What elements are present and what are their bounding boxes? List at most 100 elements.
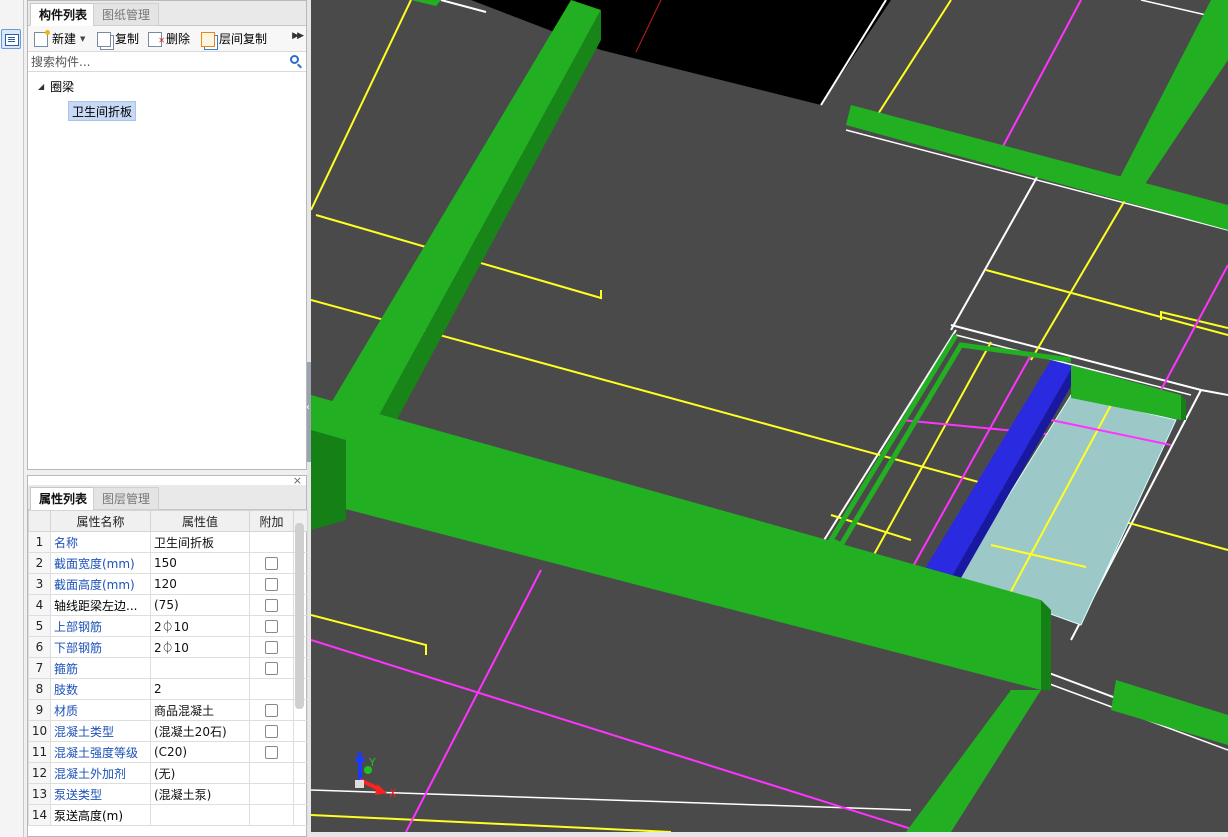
property-extra	[249, 573, 294, 595]
axis-origin	[355, 780, 364, 788]
property-extra	[249, 657, 294, 679]
green-beam-horizontal-side	[1041, 600, 1051, 690]
table-row[interactable]: 8 肢数 2	[28, 678, 308, 700]
y-axis-label: Y	[368, 756, 376, 769]
property-value[interactable]: (无)	[150, 762, 250, 784]
property-value[interactable]: 2⏀10	[150, 615, 250, 637]
3d-viewport[interactable]: Z Y X	[311, 0, 1228, 832]
extra-checkbox[interactable]	[265, 620, 278, 633]
table-row[interactable]: 7 箍筋	[28, 657, 308, 679]
row-scroll-gutter	[293, 804, 308, 826]
property-value[interactable]: 2⏀10	[150, 636, 250, 658]
property-value[interactable]: 120	[150, 573, 250, 595]
tab-layer-management[interactable]: 图层管理	[93, 487, 160, 510]
property-extra	[249, 720, 294, 742]
row-scroll-gutter	[293, 741, 308, 763]
component-toolbar: 新建 ▼ 复制 删除 层间复制 ▶▶	[28, 26, 306, 52]
property-extra	[249, 762, 294, 784]
table-row[interactable]: 6 下部钢筋 2⏀10	[28, 636, 308, 658]
property-value[interactable]: 2	[150, 678, 250, 700]
property-name: 肢数	[50, 678, 151, 700]
property-extra	[249, 594, 294, 616]
table-row[interactable]: 13 泵送类型 (混凝土泵)	[28, 783, 308, 805]
search-icon[interactable]	[290, 55, 299, 64]
property-table: 属性名称 属性值 附加 1 名称 卫生间折板 2 截面宽度(mm) 150 3 截面高度(mm…	[28, 510, 308, 826]
chevron-down-icon[interactable]: ▼	[80, 30, 85, 48]
green-beam-horizontal-main[interactable]	[311, 395, 1041, 690]
row-index: 7	[28, 657, 51, 679]
extra-checkbox[interactable]	[265, 578, 278, 591]
table-row[interactable]: 14 泵送高度(m)	[28, 804, 308, 826]
row-scroll-gutter	[293, 783, 308, 805]
green-beam-diagonal-main[interactable]	[321, 0, 601, 430]
property-value[interactable]: (75)	[150, 594, 250, 616]
tab-property-list[interactable]: 属性列表	[30, 487, 97, 510]
table-row[interactable]: 1 名称 卫生间折板	[28, 531, 308, 553]
property-value[interactable]: (C20)	[150, 741, 250, 763]
tree-node-ring-beam[interactable]: ◢ 圈梁	[38, 78, 74, 96]
green-beam-diagonal-right[interactable]	[1116, 0, 1228, 190]
property-value[interactable]: 卫生间折板	[150, 531, 250, 553]
new-button[interactable]: 新建 ▼	[34, 29, 85, 48]
extra-checkbox[interactable]	[265, 662, 278, 675]
component-search	[28, 52, 306, 72]
tree-collapse-icon[interactable]: ◢	[38, 78, 44, 96]
delete-button[interactable]: 删除	[148, 30, 190, 50]
extra-checkbox[interactable]	[265, 725, 278, 738]
table-row[interactable]: 5 上部钢筋 2⏀10	[28, 615, 308, 637]
property-extra	[249, 552, 294, 574]
tree-item-bathroom-fold-plate[interactable]: 卫生间折板	[68, 101, 137, 121]
copy-button[interactable]: 复制	[97, 30, 139, 48]
table-row[interactable]: 4 轴线距梁左边... (75)	[28, 594, 308, 616]
extra-checkbox[interactable]	[265, 599, 278, 612]
extra-checkbox[interactable]	[265, 704, 278, 717]
property-name: 泵送类型	[50, 783, 151, 805]
property-name: 泵送高度(m)	[50, 804, 151, 826]
property-name: 混凝土类型	[50, 720, 151, 742]
green-beam-lower-right[interactable]	[1111, 680, 1228, 745]
delete-icon	[148, 31, 165, 50]
table-row[interactable]: 2 截面宽度(mm) 150	[28, 552, 308, 574]
magenta-axis-line	[1000, 0, 1082, 151]
component-tree: ◢ 圈梁 卫生间折板	[28, 72, 306, 467]
search-input[interactable]	[28, 52, 306, 71]
row-index: 1	[28, 531, 51, 553]
property-value[interactable]	[150, 804, 250, 826]
property-name: 混凝土外加剂	[50, 762, 151, 784]
property-name: 截面高度(mm)	[50, 573, 151, 595]
green-beam-lower-diagonal[interactable]	[906, 690, 1041, 832]
property-value[interactable]: (混凝土泵)	[150, 783, 250, 805]
property-name: 轴线距梁左边...	[50, 594, 151, 616]
property-value[interactable]: 150	[150, 552, 250, 574]
column-header-index	[28, 510, 51, 532]
table-row[interactable]: 10 混凝土类型 (混凝土20石)	[28, 720, 308, 742]
table-row[interactable]: 12 混凝土外加剂 (无)	[28, 762, 308, 784]
green-ring-beam-side	[1181, 395, 1186, 420]
property-name: 名称	[50, 531, 151, 553]
property-value[interactable]: 商品混凝土	[150, 699, 250, 721]
table-header-row: 属性名称 属性值 附加	[28, 510, 308, 532]
property-scrollbar[interactable]	[295, 523, 304, 709]
row-index: 4	[28, 594, 51, 616]
extra-checkbox[interactable]	[265, 557, 278, 570]
floor-copy-button[interactable]: 层间复制	[201, 30, 267, 48]
table-row[interactable]: 9 材质 商品混凝土	[28, 699, 308, 721]
property-value[interactable]	[150, 657, 250, 679]
table-row[interactable]: 3 截面高度(mm) 120	[28, 573, 308, 595]
tab-component-list[interactable]: 构件列表	[30, 3, 97, 26]
tab-drawing-management[interactable]: 图纸管理	[93, 3, 160, 26]
property-extra	[249, 699, 294, 721]
property-value[interactable]: (混凝土20石)	[150, 720, 250, 742]
3d-scene: Z Y X	[311, 0, 1228, 832]
extra-checkbox[interactable]	[265, 641, 278, 654]
row-index: 13	[28, 783, 51, 805]
toolbar-overflow-icon[interactable]: ▶▶	[292, 31, 304, 41]
extra-checkbox[interactable]	[265, 746, 278, 759]
left-tool-strip	[0, 0, 24, 837]
column-header-extra: 附加	[249, 510, 294, 532]
table-row[interactable]: 11 混凝土强度等级 (C20)	[28, 741, 308, 763]
module-panel-icon[interactable]	[1, 29, 21, 49]
copy-button-label: 复制	[115, 32, 140, 46]
green-beam-diagonal-side	[371, 10, 601, 440]
yellow-axis-line	[311, 614, 427, 655]
